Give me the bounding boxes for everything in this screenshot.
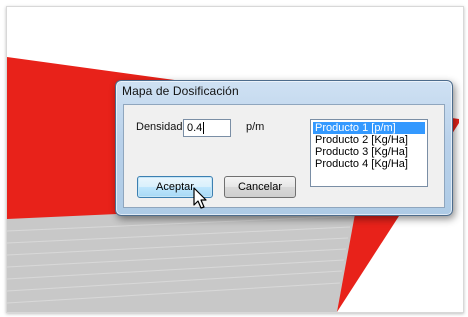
density-value: 0.4 xyxy=(187,122,203,134)
product-list-item[interactable]: Producto 2 [Kg/Ha] xyxy=(313,134,425,146)
product-list-item[interactable]: Producto 3 [Kg/Ha] xyxy=(313,146,425,158)
arrow-pointer-icon xyxy=(193,187,207,209)
cancel-button[interactable]: Cancelar xyxy=(224,176,296,198)
product-listbox[interactable]: Producto 1 [p/m] Producto 2 [Kg/Ha] Prod… xyxy=(310,119,428,187)
product-list-item[interactable]: Producto 1 [p/m] xyxy=(313,122,425,134)
product-list-item[interactable]: Producto 4 [Kg/Ha] xyxy=(313,158,425,170)
dialog-body: Densidad 0.4 p/m Producto 1 [p/m] Produc… xyxy=(123,104,445,208)
dosage-map-dialog: Mapa de Dosificación Densidad 0.4 p/m Pr… xyxy=(115,80,453,216)
text-caret xyxy=(203,122,205,135)
density-label: Densidad xyxy=(136,121,183,133)
unit-label: p/m xyxy=(246,121,265,133)
density-input[interactable]: 0.4 xyxy=(183,119,231,137)
screenshot-frame: Mapa de Dosificación Densidad 0.4 p/m Pr… xyxy=(6,6,464,313)
dialog-title: Mapa de Dosificación xyxy=(122,84,239,98)
